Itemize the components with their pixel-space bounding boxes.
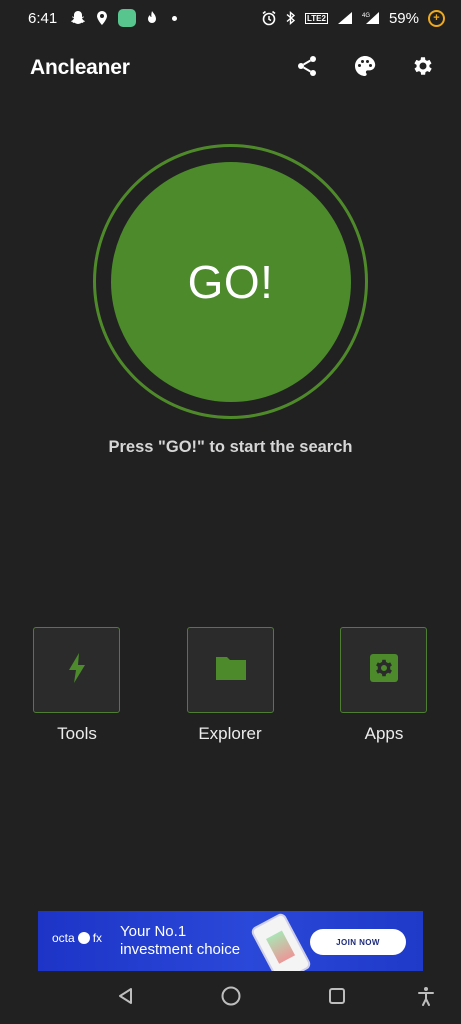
theme-button[interactable] xyxy=(351,54,379,82)
explorer-tile[interactable] xyxy=(187,627,274,713)
4g-signal-icon: 4G xyxy=(362,11,380,25)
status-bar: 6:41 LTE2 4G 59% + xyxy=(0,0,461,36)
tools-label: Tools xyxy=(57,724,97,743)
ad-headline-line1: Your No.1 xyxy=(120,923,187,940)
app-actions xyxy=(293,54,437,82)
app-title: Ancleaner xyxy=(30,56,130,79)
signal-icon xyxy=(337,11,353,25)
home-icon xyxy=(220,985,242,1012)
bluetooth-icon xyxy=(286,10,296,26)
ad-join-button[interactable]: JOIN NOW xyxy=(310,929,406,955)
share-button[interactable] xyxy=(293,54,321,82)
accessibility-button[interactable] xyxy=(412,984,440,1012)
share-icon xyxy=(295,54,319,83)
go-button[interactable]: GO! xyxy=(110,161,351,402)
tools-tile[interactable] xyxy=(33,627,120,713)
ad-headline-line2: investment choice xyxy=(120,941,241,958)
ad-logo: octa fx xyxy=(52,931,102,945)
settings-button[interactable] xyxy=(409,54,437,82)
battery-saver-icon: + xyxy=(428,9,445,27)
screen: 6:41 LTE2 4G 59% + Ancleaner GO! Press "… xyxy=(0,0,461,1024)
app-bar: Ancleaner xyxy=(0,48,461,88)
settings-icon xyxy=(411,54,435,83)
apps-tile[interactable] xyxy=(340,627,427,713)
ad-headline: Your No.1 investment choice xyxy=(120,923,240,959)
alarm-icon xyxy=(261,10,277,26)
go-button-ring: GO! xyxy=(93,144,368,419)
back-button[interactable] xyxy=(112,984,140,1012)
recents-button[interactable] xyxy=(323,984,351,1012)
location-icon xyxy=(95,10,109,26)
home-button[interactable] xyxy=(217,984,245,1012)
folder-icon xyxy=(214,654,248,687)
ad-brand-suffix: fx xyxy=(92,931,103,945)
accessibility-icon xyxy=(417,986,435,1011)
status-bar-left: 6:41 xyxy=(28,9,178,27)
app-settings-icon xyxy=(369,653,399,688)
ad-banner[interactable]: octa fx Your No.1 investment choice JOIN… xyxy=(38,911,423,971)
ad-phone-image xyxy=(249,911,313,971)
search-hint: Press "GO!" to start the search xyxy=(108,438,353,456)
notification-dot xyxy=(172,15,178,21)
volte-icon: LTE2 xyxy=(305,12,328,24)
snapchat-icon xyxy=(70,10,86,26)
status-time: 6:41 xyxy=(28,9,58,27)
chat-icon xyxy=(118,9,137,27)
ad-brand: octa xyxy=(52,931,75,945)
recents-icon xyxy=(327,986,347,1011)
octafx-logo-icon xyxy=(77,932,90,944)
apps-label: Apps xyxy=(364,724,404,743)
tinder-icon xyxy=(145,10,159,26)
explorer-label: Explorer xyxy=(198,724,262,743)
lightning-icon xyxy=(67,652,87,688)
svg-text:4G: 4G xyxy=(362,13,370,19)
status-bar-right: LTE2 4G 59% + xyxy=(261,9,445,27)
palette-icon xyxy=(353,54,377,83)
back-icon xyxy=(116,986,136,1011)
nav-bar xyxy=(0,976,461,1020)
battery-percent: 59% xyxy=(388,9,419,27)
